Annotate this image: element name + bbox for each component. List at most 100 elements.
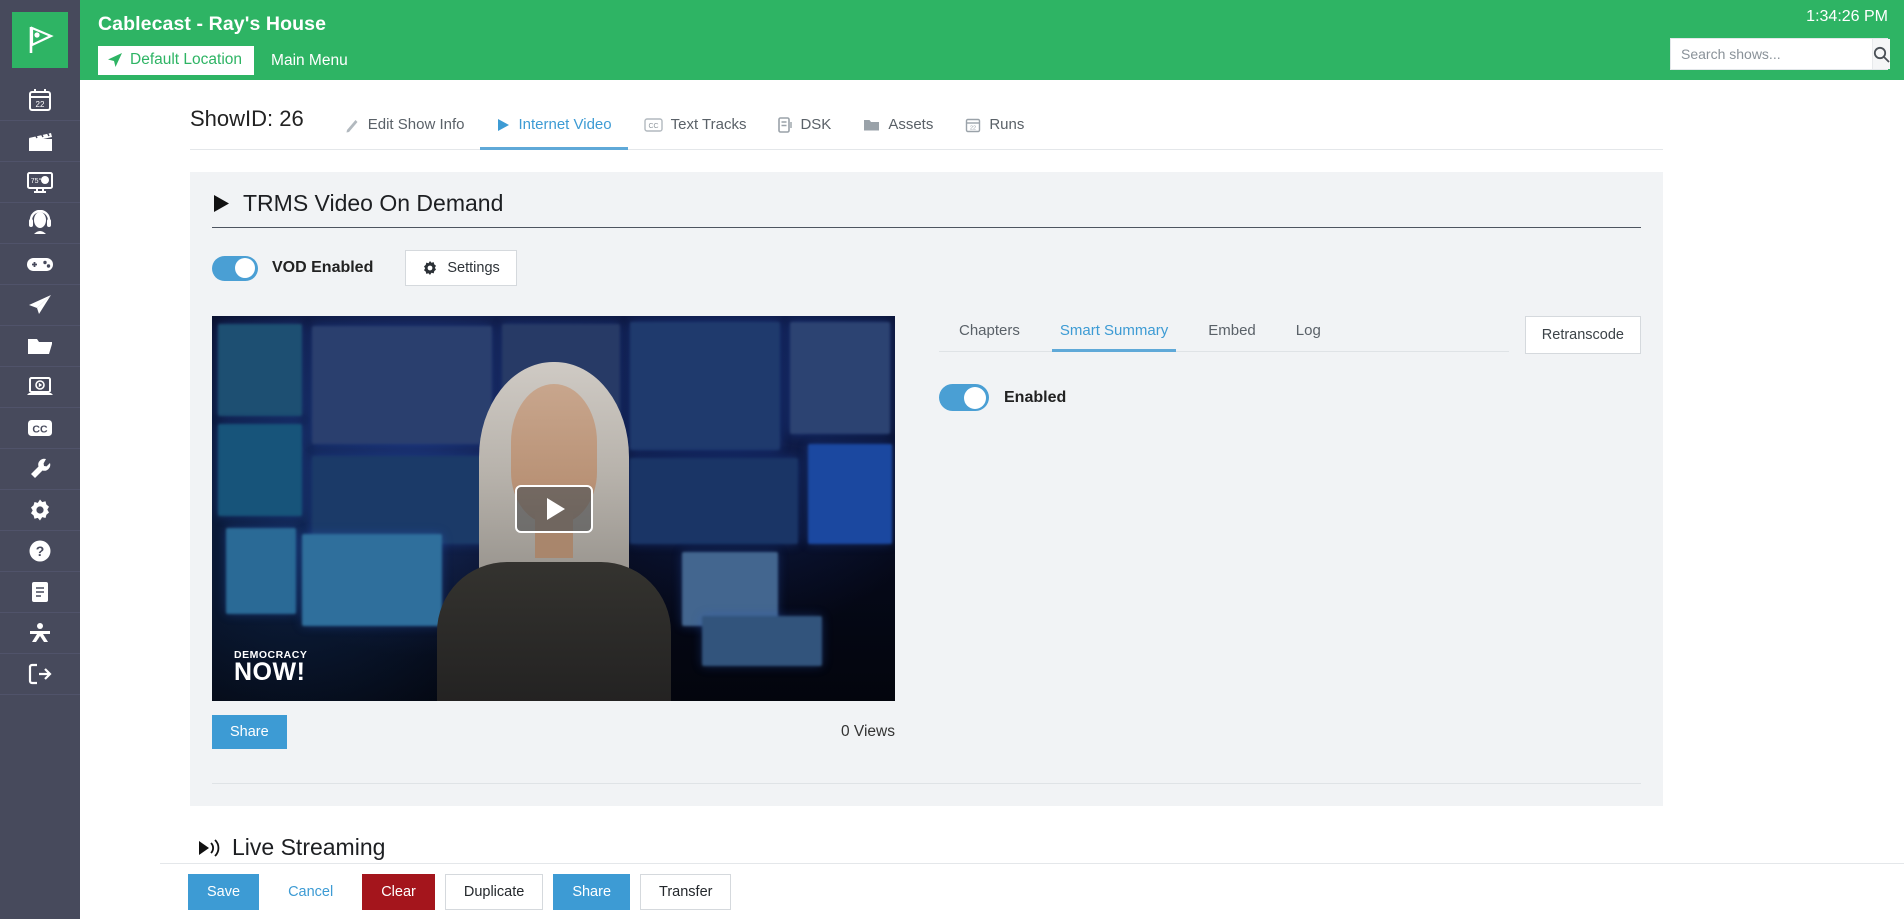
sidebar-item-schedule[interactable]: 22 <box>0 80 80 121</box>
tab-text-tracks[interactable]: CC Text Tracks <box>628 116 763 149</box>
settings-button[interactable]: Settings <box>405 250 517 286</box>
video-watermark: DEMOCRACY NOW! <box>234 650 307 687</box>
subtab-smart-summary[interactable]: Smart Summary <box>1040 316 1188 352</box>
breadcrumb: Default Location Main Menu <box>98 46 1904 75</box>
sidebar-item-vod[interactable] <box>0 367 80 408</box>
topbar: Cablecast - Ray's House Default Location… <box>80 0 1904 80</box>
vod-subtabs: Chapters Smart Summary Embed Log <box>939 316 1509 352</box>
monitor-wall-tile <box>218 424 302 516</box>
sidebar-item-logout[interactable] <box>0 654 80 695</box>
app-title: Cablecast - Ray's House <box>98 13 327 35</box>
play-icon <box>214 195 229 212</box>
vod-panel: TRMS Video On Demand VOD Enabled Setting… <box>190 172 1663 806</box>
svg-text:CC: CC <box>648 123 658 130</box>
sidebar-item-digital-signage[interactable]: 75° <box>0 162 80 203</box>
folder-icon <box>864 120 880 131</box>
settings-button-label: Settings <box>447 260 500 276</box>
video-play-button[interactable] <box>514 484 593 533</box>
sidebar-item-tools[interactable] <box>0 449 80 490</box>
watermark-line-2: NOW! <box>234 658 306 687</box>
monitor-wall-tile <box>226 528 296 614</box>
sidebar-item-controls[interactable] <box>0 244 80 285</box>
subtab-chapters[interactable]: Chapters <box>939 316 1040 351</box>
search-box[interactable] <box>1670 38 1890 70</box>
sidebar-item-settings[interactable] <box>0 490 80 531</box>
main-menu-link[interactable]: Main Menu <box>271 52 348 70</box>
sidebar-item-docs[interactable] <box>0 572 80 613</box>
play-icon <box>546 497 565 520</box>
paper-plane-icon <box>29 295 51 314</box>
tab-label: Runs <box>989 116 1025 133</box>
toggle-knob <box>235 258 255 278</box>
vod-enabled-label: VOD Enabled <box>272 259 374 276</box>
monitor-wall-tile <box>312 456 492 544</box>
app-logo[interactable] <box>0 0 80 80</box>
calendar-icon: 22 <box>966 118 981 132</box>
sidebar-item-live-events[interactable] <box>0 203 80 244</box>
clear-button[interactable]: Clear <box>362 873 435 910</box>
folder-icon <box>27 339 52 354</box>
video-player[interactable]: DEMOCRACY NOW! <box>212 316 895 701</box>
svg-text:CC: CC <box>32 424 48 436</box>
cc-icon: CC <box>643 117 663 132</box>
vod-body: DEMOCRACY NOW! Share 0 Views Chapters Sm… <box>212 316 1641 749</box>
smart-summary-toggle-label: Enabled <box>1004 388 1067 406</box>
vod-detail-column: Chapters Smart Summary Embed Log Retrans… <box>939 316 1641 749</box>
sidebar-item-captions[interactable]: CC <box>0 408 80 449</box>
question-circle-icon: ? <box>29 540 51 562</box>
location-arrow-icon <box>108 53 122 67</box>
location-chip[interactable]: Default Location <box>98 46 255 75</box>
sidebar-item-broadcast[interactable] <box>0 285 80 326</box>
monitor-wall-tile <box>682 552 778 626</box>
search-icon <box>1873 46 1890 63</box>
cablecast-logo-icon <box>12 12 68 68</box>
tab-label: Assets <box>888 116 934 133</box>
flag-play-icon <box>29 26 54 53</box>
subtab-embed[interactable]: Embed <box>1188 316 1276 351</box>
transfer-button[interactable]: Transfer <box>640 873 732 910</box>
duplicate-button[interactable]: Duplicate <box>444 873 544 910</box>
gear-icon <box>31 499 49 521</box>
tab-edit-show-info[interactable]: Edit Show Info <box>328 116 481 149</box>
dsk-icon <box>778 116 793 133</box>
tab-internet-video[interactable]: Internet Video <box>480 116 628 150</box>
vod-section-title: TRMS Video On Demand <box>243 190 504 216</box>
sidebar-item-accessibility[interactable] <box>0 613 80 654</box>
search-button[interactable] <box>1872 39 1890 69</box>
monitor-wall-tile <box>630 458 798 544</box>
laptop-play-icon <box>27 377 53 395</box>
sidebar-item-shows[interactable] <box>0 121 80 162</box>
play-icon <box>498 118 510 131</box>
tab-label: Edit Show Info <box>367 116 465 133</box>
tab-runs[interactable]: 22 Runs <box>949 116 1040 149</box>
video-footer: Share 0 Views <box>212 715 895 749</box>
cancel-button[interactable]: Cancel <box>269 874 352 910</box>
share-button[interactable]: Share <box>553 873 631 910</box>
monitor-wall-tile <box>702 616 822 666</box>
subtab-log[interactable]: Log <box>1276 316 1341 351</box>
cc-icon: CC <box>28 420 52 436</box>
headset-icon <box>29 210 51 234</box>
svg-text:?: ? <box>36 543 45 559</box>
page-title: ShowID: 26 <box>190 106 304 131</box>
vod-section-header[interactable]: TRMS Video On Demand <box>212 190 1641 228</box>
tab-assets[interactable]: Assets <box>847 116 949 149</box>
monitor-wall-tile <box>808 444 892 544</box>
search-input[interactable] <box>1671 39 1872 69</box>
smart-summary-toggle[interactable] <box>939 384 989 411</box>
sidebar-item-files[interactable] <box>0 326 80 367</box>
tab-dsk[interactable]: DSK <box>762 116 847 149</box>
location-chip-label: Default Location <box>130 51 243 68</box>
pencil-icon <box>346 119 358 132</box>
vod-enabled-toggle[interactable] <box>212 255 258 281</box>
monitor-wall-tile <box>790 322 890 434</box>
video-share-button[interactable]: Share <box>212 715 287 749</box>
gamepad-icon <box>27 258 53 271</box>
retranscode-button[interactable]: Retranscode <box>1524 316 1641 354</box>
video-column: DEMOCRACY NOW! Share 0 Views <box>212 316 895 749</box>
main-region: Cablecast - Ray's House Default Location… <box>80 0 1904 919</box>
save-button[interactable]: Save <box>188 873 260 910</box>
gear-icon <box>424 261 437 275</box>
sidebar-item-help[interactable]: ? <box>0 531 80 572</box>
svg-text:22: 22 <box>970 125 976 131</box>
